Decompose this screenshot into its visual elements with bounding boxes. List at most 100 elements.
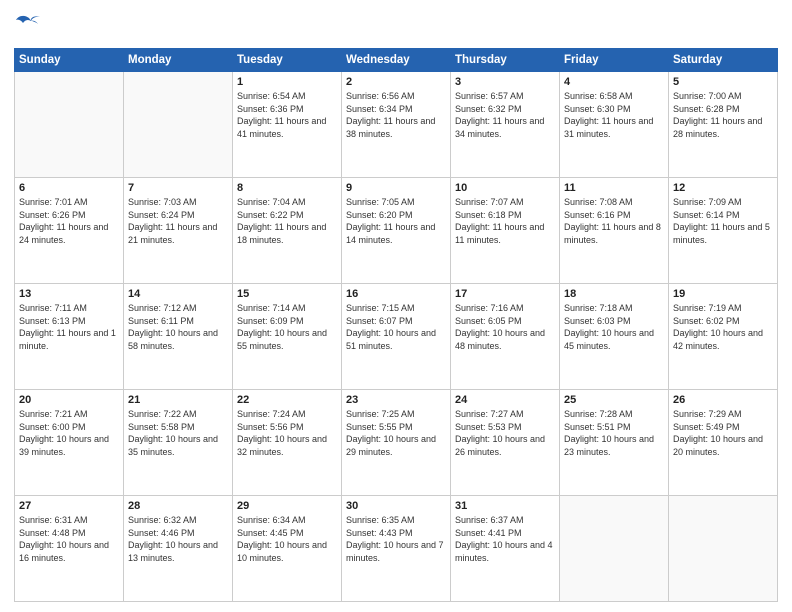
calendar-cell: 20 Sunrise: 7:21 AMSunset: 6:00 PMDayligh… (15, 390, 124, 496)
weekday-header-wednesday: Wednesday (342, 49, 451, 72)
day-detail: Sunrise: 7:19 AMSunset: 6:02 PMDaylight:… (673, 302, 773, 352)
calendar-week-3: 13 Sunrise: 7:11 AMSunset: 6:13 PMDayligh… (15, 284, 778, 390)
calendar-cell: 7 Sunrise: 7:03 AMSunset: 6:24 PMDaylight… (124, 178, 233, 284)
logo (14, 10, 46, 40)
calendar-cell (560, 496, 669, 602)
calendar-cell: 12Sunrise: 7:09 AMSunset: 6:14 PMDayligh… (669, 178, 778, 284)
day-detail: Sunrise: 6:57 AMSunset: 6:32 PMDaylight:… (455, 90, 555, 140)
day-detail: Sunrise: 7:27 AMSunset: 5:53 PMDaylight:… (455, 408, 555, 458)
calendar-cell: 5 Sunrise: 7:00 AMSunset: 6:28 PMDaylight… (669, 72, 778, 178)
calendar-cell: 17 Sunrise: 7:16 AMSunset: 6:05 PMDayligh… (451, 284, 560, 390)
day-detail: Sunrise: 7:25 AMSunset: 5:55 PMDaylight:… (346, 408, 446, 458)
calendar-cell (124, 72, 233, 178)
calendar-cell: 21Sunrise: 7:22 AMSunset: 5:58 PMDayligh… (124, 390, 233, 496)
calendar-cell: 25 Sunrise: 7:28 AMSunset: 5:51 PMDayligh… (560, 390, 669, 496)
page: SundayMondayTuesdayWednesdayThursdayFrid… (0, 0, 792, 612)
calendar-cell: 13 Sunrise: 7:11 AMSunset: 6:13 PMDayligh… (15, 284, 124, 390)
calendar-cell: 16 Sunrise: 7:15 AMSunset: 6:07 PMDayligh… (342, 284, 451, 390)
day-detail: Sunrise: 7:01 AMSunset: 6:26 PMDaylight:… (19, 196, 119, 246)
day-detail: Sunrise: 6:31 AMSunset: 4:48 PMDaylight:… (19, 514, 119, 564)
day-detail: Sunrise: 7:28 AMSunset: 5:51 PMDaylight:… (564, 408, 664, 458)
day-number: 10 (455, 182, 555, 194)
day-detail: Sunrise: 7:14 AMSunset: 6:09 PMDaylight:… (237, 302, 337, 352)
day-detail: Sunrise: 7:18 AMSunset: 6:03 PMDaylight:… (564, 302, 664, 352)
calendar-cell: 15 Sunrise: 7:14 AMSunset: 6:09 PMDayligh… (233, 284, 342, 390)
weekday-header-friday: Friday (560, 49, 669, 72)
calendar-cell: 29 Sunrise: 6:34 AMSunset: 4:45 PMDayligh… (233, 496, 342, 602)
calendar-cell: 14Sunrise: 7:12 AMSunset: 6:11 PMDayligh… (124, 284, 233, 390)
calendar-cell: 22 Sunrise: 7:24 AMSunset: 5:56 PMDayligh… (233, 390, 342, 496)
day-number: 16 (346, 288, 446, 300)
day-number: 25 (564, 394, 664, 406)
day-number: 9 (346, 182, 446, 194)
day-detail: Sunrise: 6:35 AMSunset: 4:43 PMDaylight:… (346, 514, 446, 564)
weekday-header-thursday: Thursday (451, 49, 560, 72)
day-number: 20 (19, 394, 119, 406)
day-number: 17 (455, 288, 555, 300)
day-number: 29 (237, 500, 337, 512)
day-detail: Sunrise: 7:03 AMSunset: 6:24 PMDaylight:… (128, 196, 228, 246)
calendar-cell: 10 Sunrise: 7:07 AMSunset: 6:18 PMDayligh… (451, 178, 560, 284)
day-detail: Sunrise: 7:21 AMSunset: 6:00 PMDaylight:… (19, 408, 119, 458)
day-detail: Sunrise: 6:56 AMSunset: 6:34 PMDaylight:… (346, 90, 446, 140)
day-detail: Sunrise: 6:37 AMSunset: 4:41 PMDaylight:… (455, 514, 555, 564)
day-detail: Sunrise: 7:11 AMSunset: 6:13 PMDaylight:… (19, 302, 119, 352)
day-number: 19 (673, 288, 773, 300)
calendar-cell: 23 Sunrise: 7:25 AMSunset: 5:55 PMDayligh… (342, 390, 451, 496)
calendar-cell: 19 Sunrise: 7:19 AMSunset: 6:02 PMDayligh… (669, 284, 778, 390)
calendar-cell (669, 496, 778, 602)
calendar-cell: 4 Sunrise: 6:58 AMSunset: 6:30 PMDaylight… (560, 72, 669, 178)
day-number: 7 (128, 182, 228, 194)
calendar-cell: 3 Sunrise: 6:57 AMSunset: 6:32 PMDaylight… (451, 72, 560, 178)
calendar-week-1: 1Sunrise: 6:54 AMSunset: 6:36 PMDaylight… (15, 72, 778, 178)
day-detail: Sunrise: 7:00 AMSunset: 6:28 PMDaylight:… (673, 90, 773, 140)
calendar-cell: 1Sunrise: 6:54 AMSunset: 6:36 PMDaylight… (233, 72, 342, 178)
day-detail: Sunrise: 7:05 AMSunset: 6:20 PMDaylight:… (346, 196, 446, 246)
day-number: 13 (19, 288, 119, 300)
day-detail: Sunrise: 7:12 AMSunset: 6:11 PMDaylight:… (128, 302, 228, 352)
calendar-cell: 30 Sunrise: 6:35 AMSunset: 4:43 PMDayligh… (342, 496, 451, 602)
day-number: 6 (19, 182, 119, 194)
day-number: 3 (455, 76, 555, 88)
day-detail: Sunrise: 7:24 AMSunset: 5:56 PMDaylight:… (237, 408, 337, 458)
weekday-header-row: SundayMondayTuesdayWednesdayThursdayFrid… (15, 49, 778, 72)
calendar-cell (15, 72, 124, 178)
weekday-header-sunday: Sunday (15, 49, 124, 72)
calendar-cell: 18Sunrise: 7:18 AMSunset: 6:03 PMDayligh… (560, 284, 669, 390)
calendar-cell: 11Sunrise: 7:08 AMSunset: 6:16 PMDayligh… (560, 178, 669, 284)
calendar-cell: 6 Sunrise: 7:01 AMSunset: 6:26 PMDaylight… (15, 178, 124, 284)
day-detail: Sunrise: 6:58 AMSunset: 6:30 PMDaylight:… (564, 90, 664, 140)
header (14, 10, 778, 40)
day-number: 5 (673, 76, 773, 88)
calendar-cell: 27Sunrise: 6:31 AMSunset: 4:48 PMDayligh… (15, 496, 124, 602)
weekday-header-monday: Monday (124, 49, 233, 72)
day-number: 28 (128, 500, 228, 512)
day-number: 31 (455, 500, 555, 512)
day-detail: Sunrise: 7:09 AMSunset: 6:14 PMDaylight:… (673, 196, 773, 246)
calendar-table: SundayMondayTuesdayWednesdayThursdayFrid… (14, 48, 778, 602)
calendar-week-5: 27Sunrise: 6:31 AMSunset: 4:48 PMDayligh… (15, 496, 778, 602)
day-number: 22 (237, 394, 337, 406)
calendar-cell: 2 Sunrise: 6:56 AMSunset: 6:34 PMDaylight… (342, 72, 451, 178)
logo-bird-icon (14, 10, 44, 40)
calendar-week-2: 6 Sunrise: 7:01 AMSunset: 6:26 PMDaylight… (15, 178, 778, 284)
day-number: 15 (237, 288, 337, 300)
day-detail: Sunrise: 7:22 AMSunset: 5:58 PMDaylight:… (128, 408, 228, 458)
calendar-cell: 8Sunrise: 7:04 AMSunset: 6:22 PMDaylight… (233, 178, 342, 284)
day-detail: Sunrise: 6:32 AMSunset: 4:46 PMDaylight:… (128, 514, 228, 564)
day-number: 23 (346, 394, 446, 406)
day-number: 4 (564, 76, 664, 88)
day-number: 30 (346, 500, 446, 512)
calendar-cell: 28 Sunrise: 6:32 AMSunset: 4:46 PMDayligh… (124, 496, 233, 602)
day-detail: Sunrise: 6:54 AMSunset: 6:36 PMDaylight:… (237, 90, 337, 140)
day-number: 24 (455, 394, 555, 406)
calendar-cell: 9 Sunrise: 7:05 AMSunset: 6:20 PMDaylight… (342, 178, 451, 284)
day-number: 2 (346, 76, 446, 88)
calendar-cell: 31 Sunrise: 6:37 AMSunset: 4:41 PMDayligh… (451, 496, 560, 602)
weekday-header-saturday: Saturday (669, 49, 778, 72)
weekday-header-tuesday: Tuesday (233, 49, 342, 72)
day-detail: Sunrise: 7:16 AMSunset: 6:05 PMDaylight:… (455, 302, 555, 352)
day-detail: Sunrise: 7:15 AMSunset: 6:07 PMDaylight:… (346, 302, 446, 352)
day-detail: Sunrise: 6:34 AMSunset: 4:45 PMDaylight:… (237, 514, 337, 564)
day-detail: Sunrise: 7:07 AMSunset: 6:18 PMDaylight:… (455, 196, 555, 246)
